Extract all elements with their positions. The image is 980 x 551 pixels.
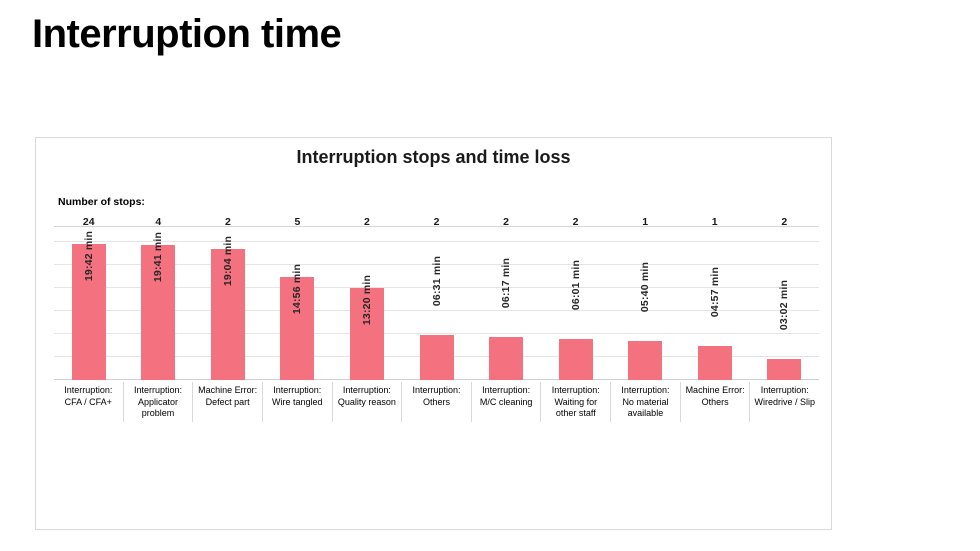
category-label-10: Machine Error: Others bbox=[679, 382, 750, 422]
bar-slot: 04:57 min bbox=[680, 241, 750, 380]
bar-8[interactable]: 06:01 min bbox=[558, 260, 593, 380]
category-label-line: Interruption: bbox=[482, 385, 531, 395]
category-label-line: Interruption: bbox=[273, 385, 322, 395]
bar-1[interactable]: 19:42 min bbox=[71, 231, 106, 380]
bar-slot: 13:20 min bbox=[332, 241, 402, 380]
bar-2[interactable]: 19:41 min bbox=[141, 232, 176, 380]
bar-11[interactable]: 03:02 min bbox=[767, 280, 802, 380]
bar-9[interactable]: 05:40 min bbox=[628, 262, 663, 380]
category-label-line: Machine Error: bbox=[198, 385, 258, 395]
bar-value-label: 05:40 min bbox=[639, 261, 652, 313]
bar-slot: 19:41 min bbox=[124, 232, 194, 380]
category-label-line: Machine Error: bbox=[685, 385, 745, 395]
category-label-line: CFA / CFA+ bbox=[64, 396, 112, 407]
stop-count-6: 2 bbox=[433, 216, 440, 228]
category-label-line: Defect part bbox=[205, 396, 250, 407]
chart-container: Interruption stops and time loss Number … bbox=[35, 137, 832, 530]
stop-count-3: 2 bbox=[224, 216, 231, 228]
bar-6[interactable]: 06:31 min bbox=[419, 256, 454, 380]
stop-count-1: 24 bbox=[82, 216, 95, 228]
category-label-line: Interruption: bbox=[760, 385, 809, 395]
category-label-7: Interruption: M/C cleaning bbox=[470, 382, 541, 422]
category-label-line: available bbox=[627, 408, 664, 418]
category-label-line: Quality reason bbox=[337, 396, 396, 407]
bar-slot: 19:04 min bbox=[193, 236, 263, 380]
stop-count-4: 5 bbox=[294, 216, 301, 228]
bar-slot: 05:40 min bbox=[610, 241, 680, 380]
page-title: Interruption time bbox=[32, 12, 342, 56]
stop-count-9: 1 bbox=[642, 216, 649, 228]
bar-slot: 14:56 min bbox=[263, 241, 333, 380]
stop-count-5: 2 bbox=[364, 216, 370, 228]
chart-title: Interruption stops and time loss bbox=[296, 147, 571, 167]
bar-slot: 19:42 min bbox=[54, 231, 124, 380]
category-label-line: Interruption: bbox=[551, 385, 600, 395]
category-label-line: M/C cleaning bbox=[479, 396, 533, 407]
stop-count-7: 2 bbox=[503, 216, 509, 228]
bar-value-label: 19:42 min bbox=[82, 230, 95, 282]
bar-value-label: 19:41 min bbox=[152, 231, 165, 283]
category-label-line: Wire tangled bbox=[271, 396, 323, 407]
category-label-line: problem bbox=[141, 408, 175, 418]
bar-value-label: 14:56 min bbox=[291, 263, 304, 315]
stop-count-10: 1 bbox=[711, 216, 718, 228]
category-label-line: Applicator bbox=[137, 396, 178, 407]
plot-area: 19:42 min 19:41 min 19:04 min 14:56 min 13:2… bbox=[54, 231, 819, 380]
category-label-line: Others bbox=[701, 396, 729, 407]
category-label-line: Wiredrive / Slip bbox=[754, 396, 815, 407]
category-label-6: Interruption: Others bbox=[401, 382, 471, 422]
category-label-line: Interruption: bbox=[412, 385, 461, 395]
category-label-line: Interruption: bbox=[621, 385, 670, 395]
category-axis-labels: Interruption: CFA / CFA+ Interruption: Appl… bbox=[54, 382, 819, 422]
category-label-line: Interruption: bbox=[133, 385, 182, 395]
category-label-line: Interruption: bbox=[64, 385, 113, 395]
category-label-line: Waiting for bbox=[554, 396, 598, 407]
bar-slot: 06:17 min bbox=[471, 241, 541, 380]
category-label-4: Interruption: Wire tangled bbox=[261, 382, 332, 422]
stops-axis-line bbox=[54, 226, 819, 227]
bar-value-label: 06:31 min bbox=[430, 255, 443, 307]
bar-4[interactable]: 14:56 min bbox=[280, 264, 315, 380]
stop-count-2: 4 bbox=[155, 216, 162, 228]
stop-count-11: 2 bbox=[781, 216, 788, 228]
bar-10[interactable]: 04:57 min bbox=[697, 267, 732, 380]
category-label-9: Interruption: No material available bbox=[610, 382, 680, 422]
bar-value-label: 06:01 min bbox=[569, 259, 582, 311]
bar-value-label: 13:20 min bbox=[360, 274, 373, 326]
category-label-line: No material bbox=[622, 396, 669, 407]
stop-count-8: 2 bbox=[572, 216, 579, 228]
bar-slot: 06:01 min bbox=[541, 241, 611, 380]
bar-5[interactable]: 13:20 min bbox=[349, 275, 384, 380]
category-label-2: Interruption: Applicator problem bbox=[122, 382, 193, 422]
category-label-11: Interruption: Wiredrive / Slip bbox=[749, 382, 819, 422]
bar-value-label: 03:02 min bbox=[778, 279, 791, 331]
category-label-line: other staff bbox=[555, 408, 596, 418]
bar-value-label: 04:57 min bbox=[708, 266, 721, 318]
category-label-3: Machine Error: Defect part bbox=[192, 382, 262, 422]
category-label-line: Interruption: bbox=[342, 385, 391, 395]
bar-slot: 06:31 min bbox=[402, 241, 472, 380]
bar-3[interactable]: 19:04 min bbox=[210, 236, 245, 380]
category-label-8: Interruption: Waiting for other staff bbox=[540, 382, 610, 422]
category-label-1: Interruption: CFA / CFA+ bbox=[54, 382, 123, 422]
category-label-line: Others bbox=[423, 396, 451, 407]
category-label-5: Interruption: Quality reason bbox=[331, 382, 402, 422]
bar-7[interactable]: 06:17 min bbox=[489, 258, 524, 380]
bar-slot: 03:02 min bbox=[749, 241, 819, 380]
number-of-stops-row: 24 4 2 5 2 2 2 2 1 1 2 bbox=[54, 214, 819, 230]
bar-value-label: 06:17 min bbox=[500, 257, 513, 309]
bar-series: 19:42 min 19:41 min 19:04 min 14:56 min 13:2… bbox=[54, 231, 819, 380]
bar-value-label: 19:04 min bbox=[221, 235, 234, 287]
number-of-stops-caption: Number of stops: bbox=[58, 196, 145, 208]
